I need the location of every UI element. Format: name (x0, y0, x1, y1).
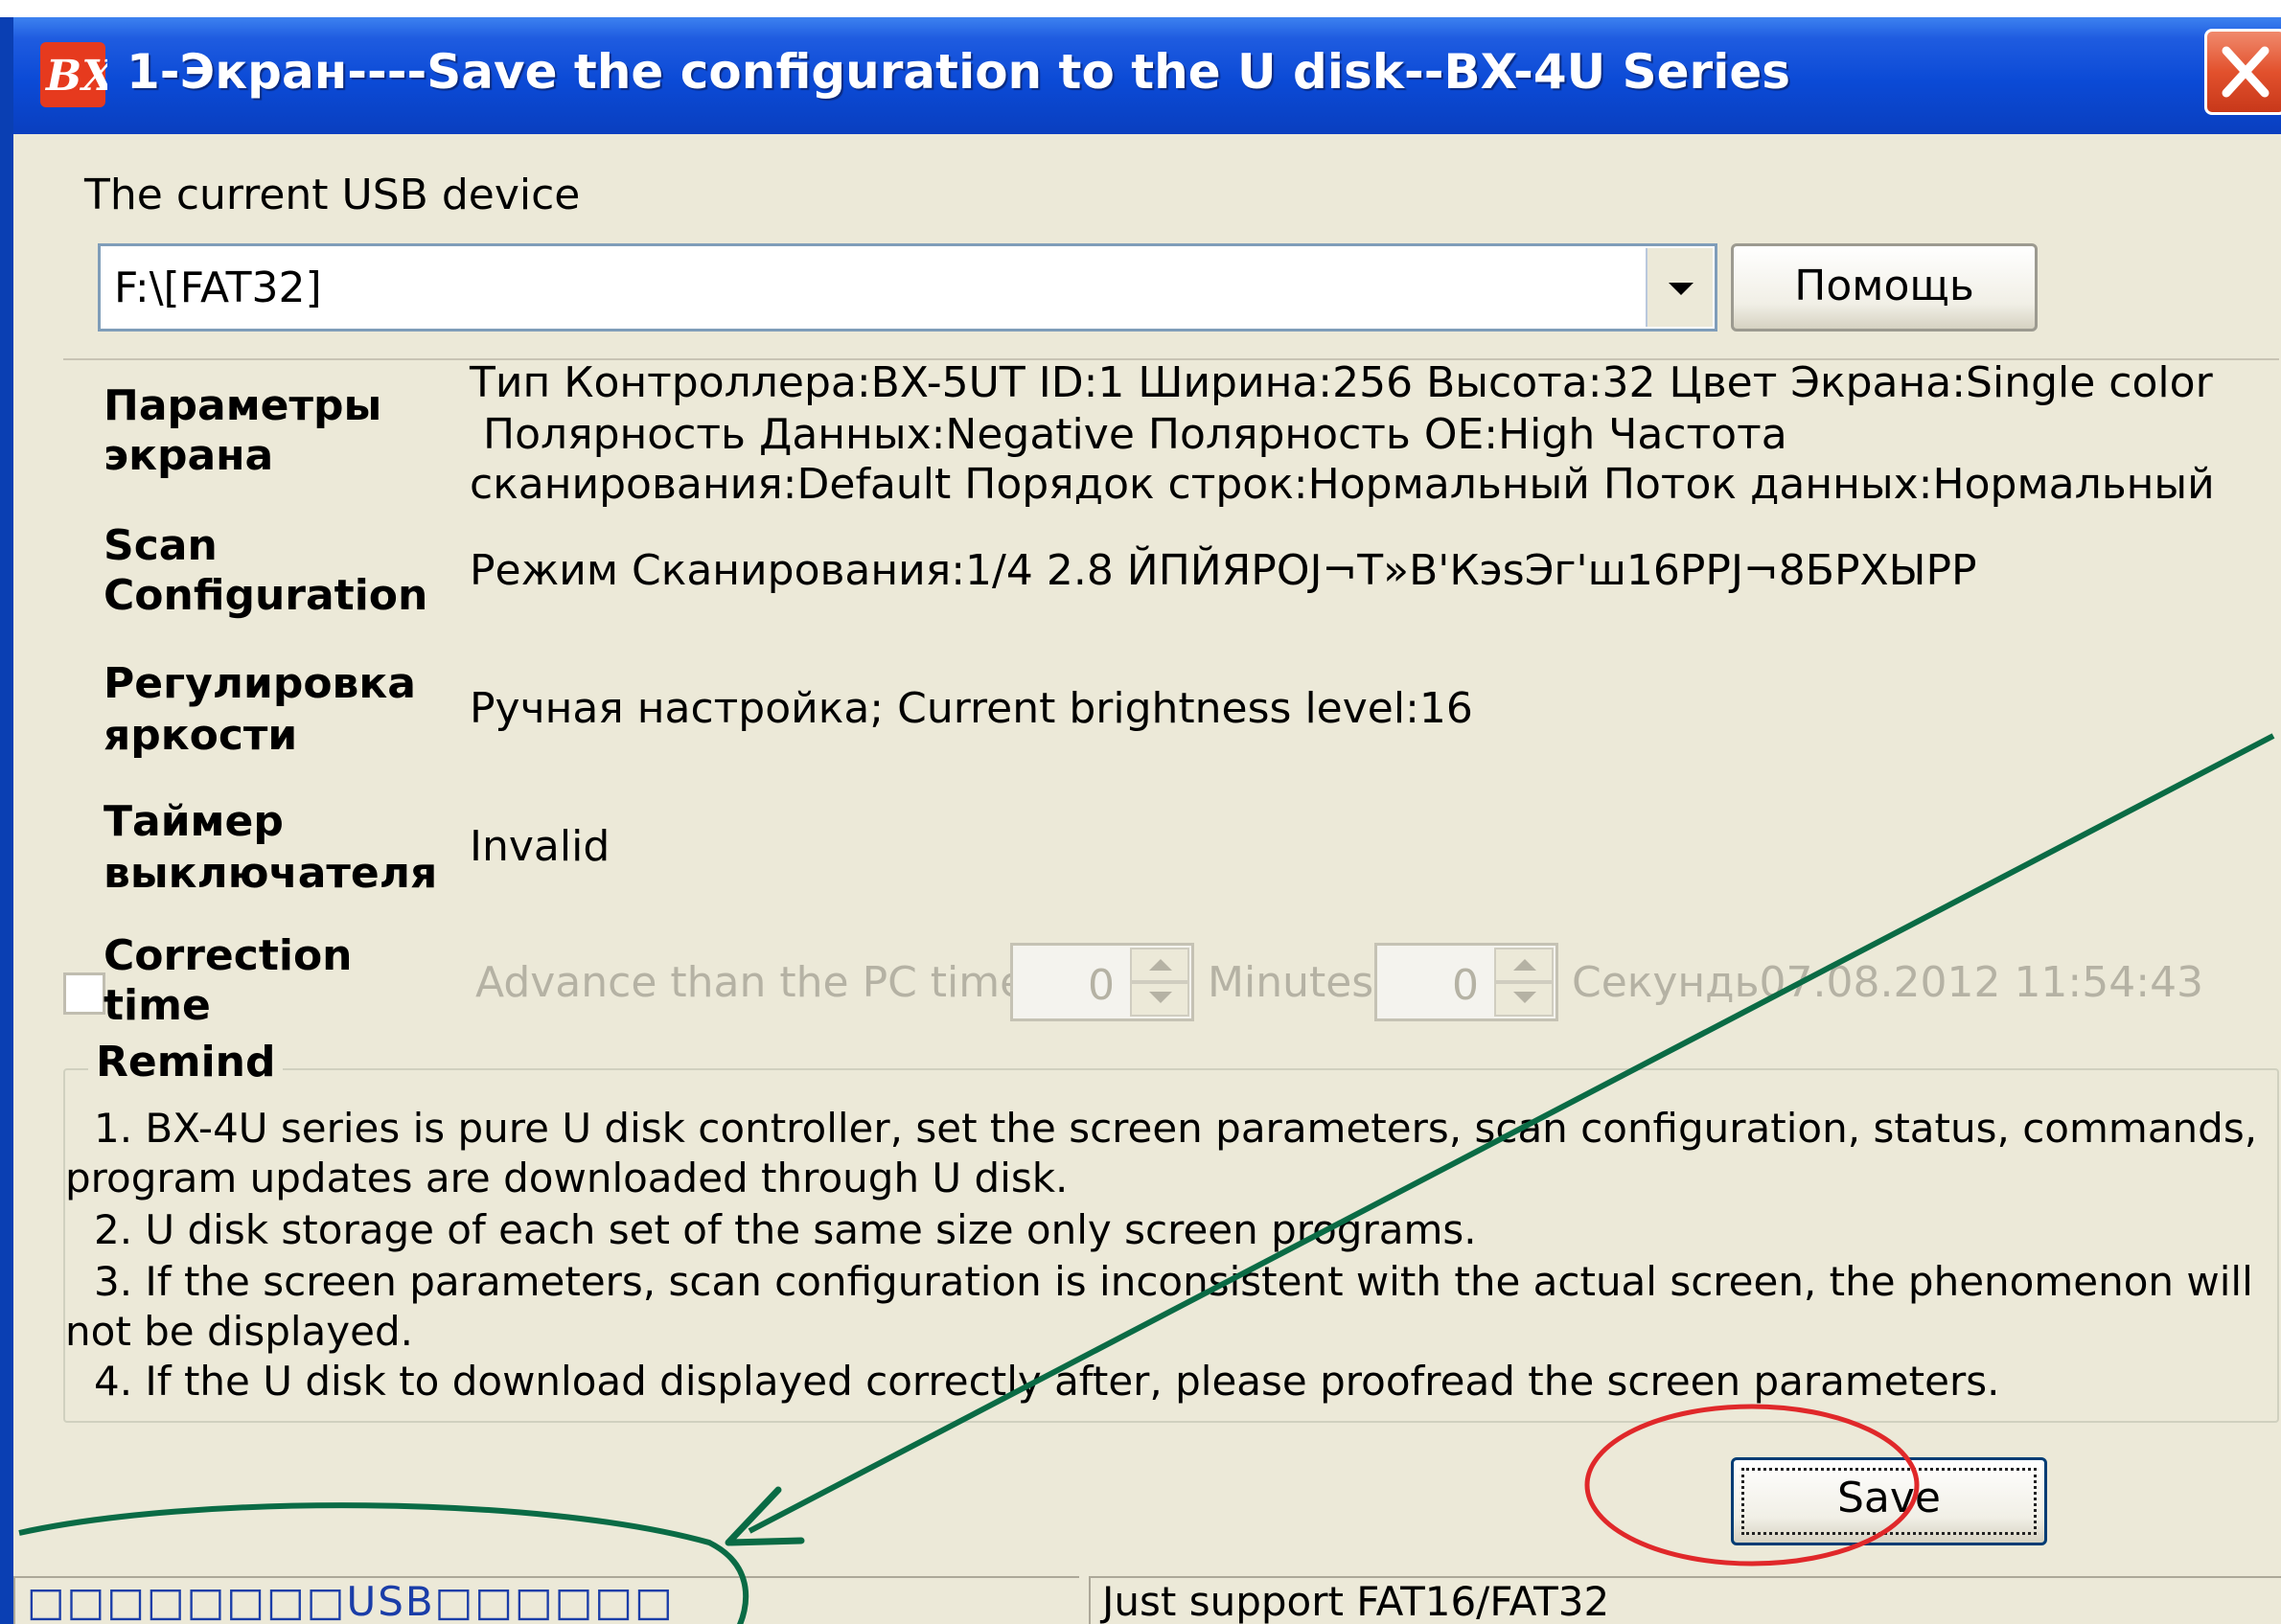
scan-config-label-2: Configuration (104, 571, 428, 620)
window-title: 1-Экран----Save the configuration to the… (127, 44, 1791, 100)
remind-line-2: program updates are downloaded through U… (65, 1155, 1069, 1201)
status-bar: □□□□□□□□USB□□□□□□ Just support FAT16/FAT… (13, 1574, 2281, 1624)
dialog-window: BX 1-Экран----Save the configuration to … (0, 17, 2281, 1624)
title-bar[interactable]: BX 1-Экран----Save the configuration to … (13, 17, 2281, 134)
seconds-value: 0 (1452, 961, 1479, 1010)
minutes-stepper[interactable]: 0 (1010, 943, 1194, 1021)
status-usb-text: □□□□□□□□USB□□□□□□ (13, 1576, 1079, 1624)
usb-device-select[interactable]: F:\[FAT32] (98, 243, 1717, 332)
timer-value: Invalid (470, 822, 611, 871)
remind-group: Remind 1. BX-4U series is pure U disk co… (63, 1038, 2279, 1423)
remind-line-3: 2. U disk storage of each set of the sam… (94, 1206, 1477, 1253)
brightness-value: Ручная настройка; Current brightness lev… (470, 684, 1473, 733)
timer-label-2: выключателя (104, 849, 438, 898)
screen-params-line-3: сканирования:Default Порядок строк:Норма… (470, 460, 2215, 509)
minutes-value: 0 (1088, 961, 1115, 1010)
remind-line-6: 4. If the U disk to download displayed c… (94, 1358, 2000, 1405)
remind-line-1: 1. BX-4U series is pure U disk controlle… (94, 1105, 2258, 1152)
brightness-label-2: яркости (104, 711, 298, 760)
screen-params-line-1: Тип Контроллера:BX-5UT ID:1 Ширина:256 В… (470, 358, 2213, 407)
usb-device-label: The current USB device (84, 171, 581, 219)
scan-config-value: Режим Сканирования:1/4 2.8 ЙПЙЯРОЈ¬Т»В'К… (470, 546, 1977, 595)
app-logo-text: BX (44, 52, 107, 101)
correction-time-label: Correction (104, 931, 353, 980)
advance-text: Advance than the PC time (475, 958, 1026, 1007)
remind-title: Remind (88, 1038, 284, 1086)
screen-params-label-2: экрана (104, 431, 274, 480)
remind-line-5: not be displayed. (65, 1308, 413, 1355)
status-fat-text: Just support FAT16/FAT32 (1089, 1576, 2281, 1624)
minutes-down-icon[interactable] (1130, 982, 1189, 1017)
timer-label: Таймер (104, 797, 284, 846)
minutes-up-icon[interactable] (1130, 948, 1189, 982)
chevron-down-icon[interactable] (1646, 248, 1713, 327)
seconds-stepper[interactable]: 0 (1374, 943, 1558, 1021)
screen-params-line-2: Полярность Данных:Negative Полярность OE… (483, 410, 1787, 459)
screen-params-label: Параметры (104, 381, 382, 430)
correction-time-checkbox[interactable] (63, 972, 105, 1015)
usb-device-value: F:\[FAT32] (114, 263, 322, 312)
scan-config-label: Scan (104, 521, 218, 570)
save-button[interactable]: Save (1731, 1457, 2047, 1545)
seconds-label: Секундь07.08.2012 11:54:43 (1572, 958, 2204, 1007)
close-button[interactable] (2204, 29, 2281, 115)
help-button[interactable]: Помощь (1731, 243, 2038, 332)
close-icon (2222, 46, 2269, 98)
minutes-label: Minutes (1208, 958, 1374, 1007)
correction-time-label-2: time (104, 981, 211, 1030)
app-logo-icon: BX (40, 42, 107, 107)
remind-line-4: 3. If the screen parameters, scan config… (94, 1258, 2253, 1305)
seconds-up-icon[interactable] (1494, 948, 1554, 982)
seconds-down-icon[interactable] (1494, 982, 1554, 1017)
brightness-label: Регулировка (104, 659, 416, 708)
